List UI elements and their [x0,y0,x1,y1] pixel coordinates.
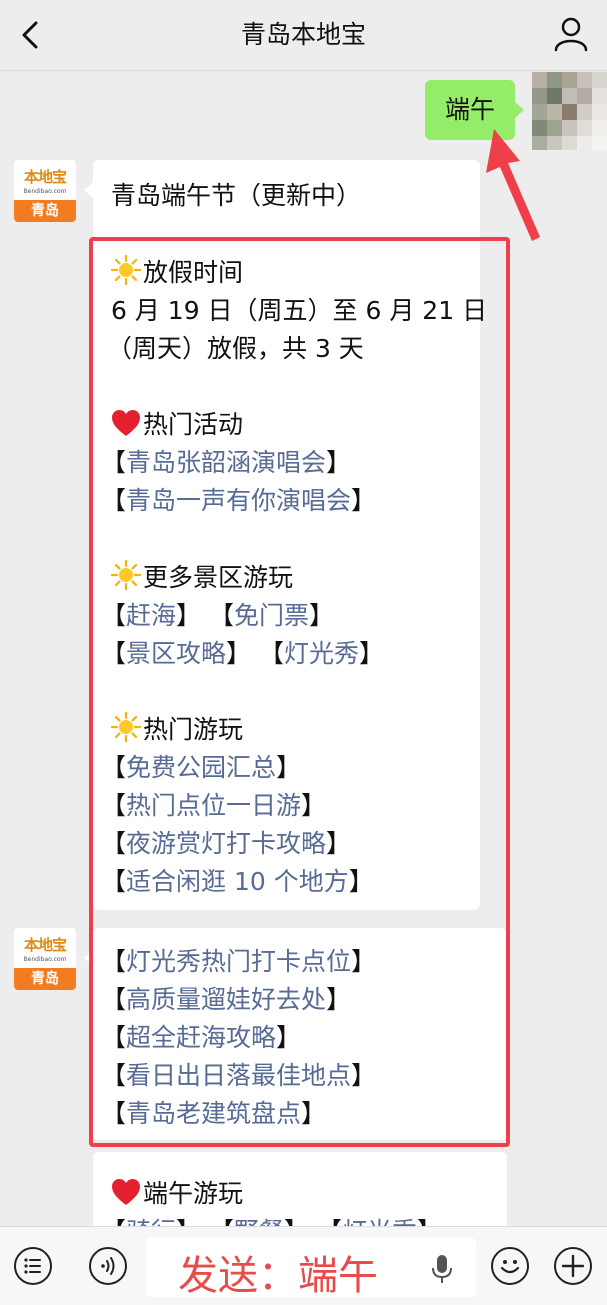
message2-link[interactable]: 【超全赶海攻略】 [101,1018,301,1054]
account-url: Bendibao.com [23,956,67,963]
reply-message-1[interactable]: 青岛端午节（更新中） 放假时间 6 月 19 日（周五）至 6 月 21 日 （… [84,160,487,910]
smiley-icon [500,1260,520,1274]
scenic-row-1: 【赶海】 【免门票】 [101,596,334,632]
message2-link[interactable]: 【灯光秀热门打卡点位】 [101,942,376,978]
reply-message-2[interactable]: 【灯光秀热门打卡点位】 【高质量遛娃好去处】 【超全赶海攻略】 【看日出日落最佳… [84,928,507,1140]
hot-play-link[interactable]: 【夜游赏灯打卡攻略】 [101,824,351,860]
account-brand: 本地宝 [23,936,67,954]
hot-event-link[interactable]: 【青岛张韶涵演唱会】 [101,443,351,479]
holiday-heading-text: 放假时间 [143,258,244,287]
list-icon [24,1258,41,1274]
sun-icon [111,560,141,590]
message-input[interactable]: 发送：端午 [146,1237,476,1299]
scenic-heading: 更多景区游玩 [111,558,293,594]
scenic-link[interactable]: 【灯光秀】 [259,639,384,668]
account-url: Bendibao.com [23,188,67,195]
input-bar: 发送：端午 [0,1226,607,1305]
scenic-link[interactable]: 【景区攻略】 [101,639,251,668]
chat-title: 青岛本地宝 [240,20,366,49]
message3-heading-text: 端午游玩 [143,1179,244,1208]
add-button[interactable] [554,1247,592,1285]
profile-icon[interactable] [551,14,591,54]
hot-play-heading: 热门游玩 [111,710,243,746]
menu-button[interactable] [14,1247,52,1285]
scenic-heading-text: 更多景区游玩 [143,563,294,592]
message3-heading: 端午游玩 [111,1174,243,1210]
navigation-bar: 青岛本地宝 [0,0,607,71]
plus-icon [561,1254,585,1278]
sun-icon [111,712,141,742]
message2-link[interactable]: 【高质量遛娃好去处】 [101,980,351,1016]
user-avatar[interactable] [532,72,607,150]
voice-icon [101,1257,115,1275]
message-title: 青岛端午节（更新中） [111,181,362,210]
account-city: 青岛 [14,968,76,990]
holiday-line-1: 6 月 19 日（周五）至 6 月 21 日 [111,296,488,325]
microphone-icon[interactable] [430,1253,454,1285]
account-avatar[interactable]: 本地宝 Bendibao.com 青岛 [14,160,76,222]
scenic-link[interactable]: 【赶海】 [101,601,201,630]
account-avatar[interactable]: 本地宝 Bendibao.com 青岛 [14,928,76,990]
heart-icon [112,1179,140,1205]
scenic-link[interactable]: 【免门票】 [209,601,334,630]
sun-icon [111,255,141,285]
sent-message-bubble[interactable]: 端午 [425,80,524,140]
hot-events-heading: 热门活动 [111,405,243,441]
hot-play-link[interactable]: 【免费公园汇总】 [101,748,301,784]
hot-play-heading-text: 热门游玩 [143,715,244,744]
emoji-button[interactable] [491,1247,529,1285]
hot-play-link[interactable]: 【适合闲逛 10 个地方】 [101,862,374,898]
hot-event-link[interactable]: 【青岛一声有你演唱会】 [101,481,376,517]
account-city: 青岛 [14,200,76,222]
hot-play-link[interactable]: 【热门点位一日游】 [101,786,326,822]
message2-link[interactable]: 【看日出日落最佳地点】 [101,1056,376,1092]
input-hint: 发送：端午 [178,1253,378,1299]
holiday-heading: 放假时间 [111,253,243,289]
holiday-line-2: （周天）放假，共 3 天 [107,334,364,363]
hot-events-heading-text: 热门活动 [143,410,244,439]
account-brand: 本地宝 [23,168,67,186]
voice-button[interactable] [89,1247,127,1285]
message2-link[interactable]: 【青岛老建筑盘点】 [101,1094,326,1130]
heart-icon [112,410,140,436]
scenic-row-2: 【景区攻略】 【灯光秀】 [101,634,384,670]
